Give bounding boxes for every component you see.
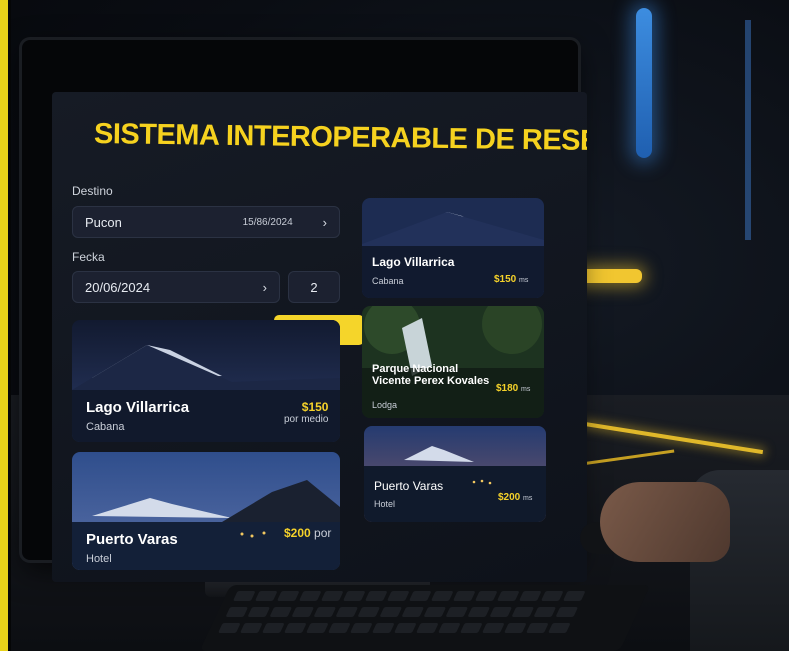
listing-card[interactable]: Parque Nacional Vicente Perex Kovales Lo… xyxy=(362,306,544,418)
listing-card[interactable]: Lago Villarrica Cabana $150 ms xyxy=(362,198,544,298)
destination-label: Destino xyxy=(72,184,113,198)
price-value: $150 xyxy=(301,400,329,414)
price-value: $200 xyxy=(284,526,311,540)
chevron-right-icon: › xyxy=(322,214,327,230)
card-name: Lago Villarrica xyxy=(86,399,190,416)
card-price: $150 ms xyxy=(494,274,528,285)
destination-field[interactable]: Pucon 15/86/2024 › xyxy=(72,206,340,238)
card-name: Puerto Varas xyxy=(86,531,178,548)
listing-card[interactable]: Lago Villarrica Cabana $150 por medio xyxy=(72,320,340,442)
monitor: SISTEMA INTEROPERABLE DE RESERVAS Destin… xyxy=(22,40,587,582)
guests-value: 2 xyxy=(310,279,318,295)
wall-light-strip xyxy=(745,20,751,240)
guests-field[interactable]: 2 xyxy=(288,271,340,303)
price-unit: ms xyxy=(521,386,531,393)
price-unit: ms xyxy=(523,495,533,502)
mountain-town-image xyxy=(72,452,340,570)
card-type: Hotel xyxy=(374,499,396,509)
frame-edge-inner xyxy=(8,0,11,651)
listing-card[interactable]: Puerto Varas Hotel $200 por xyxy=(72,452,340,570)
card-type: Cabana xyxy=(372,276,404,286)
listing-card[interactable]: Puerto Varas Hotel $200 ms xyxy=(364,426,546,522)
booking-screen: SISTEMA INTEROPERABLE DE RESERVAS Destin… xyxy=(52,92,587,582)
photo-scene: SISTEMA INTEROPERABLE DE RESERVAS Destin… xyxy=(0,0,789,651)
destination-value: Pucon xyxy=(85,214,122,230)
card-price: $200 por xyxy=(284,526,331,540)
card-name: Parque Nacional Vicente Perex Kovales xyxy=(372,363,490,387)
card-name: Puerto Varas xyxy=(374,479,444,493)
card-name: Lago Villarrica xyxy=(372,255,455,269)
date-value: 20/06/2024 xyxy=(85,279,151,295)
price-value: $150 xyxy=(494,274,517,285)
price-value: $180 xyxy=(496,383,519,394)
date-field[interactable]: 20/06/2024 › xyxy=(72,271,280,303)
card-type: Hotel xyxy=(86,553,112,565)
destination-date: 15/86/2024 xyxy=(242,216,293,228)
app-title: SISTEMA INTEROPERABLE DE RESERVAS xyxy=(93,118,587,159)
card-price: $200 ms xyxy=(498,492,532,503)
card-price: $150 por medio xyxy=(284,400,328,426)
date-label: Fecka xyxy=(72,250,105,264)
card-price: $180 ms xyxy=(496,383,530,394)
hand xyxy=(600,482,730,562)
keyboard xyxy=(199,585,651,651)
price-unit: por xyxy=(314,526,332,540)
card-type: Cabana xyxy=(86,421,125,433)
wall-light-blue xyxy=(636,8,652,158)
price-unit: ms xyxy=(519,277,529,284)
chevron-right-icon: › xyxy=(262,279,267,295)
price-value: $200 xyxy=(498,492,521,503)
price-unit: por medio xyxy=(284,414,329,426)
card-type: Lodga xyxy=(372,400,398,410)
